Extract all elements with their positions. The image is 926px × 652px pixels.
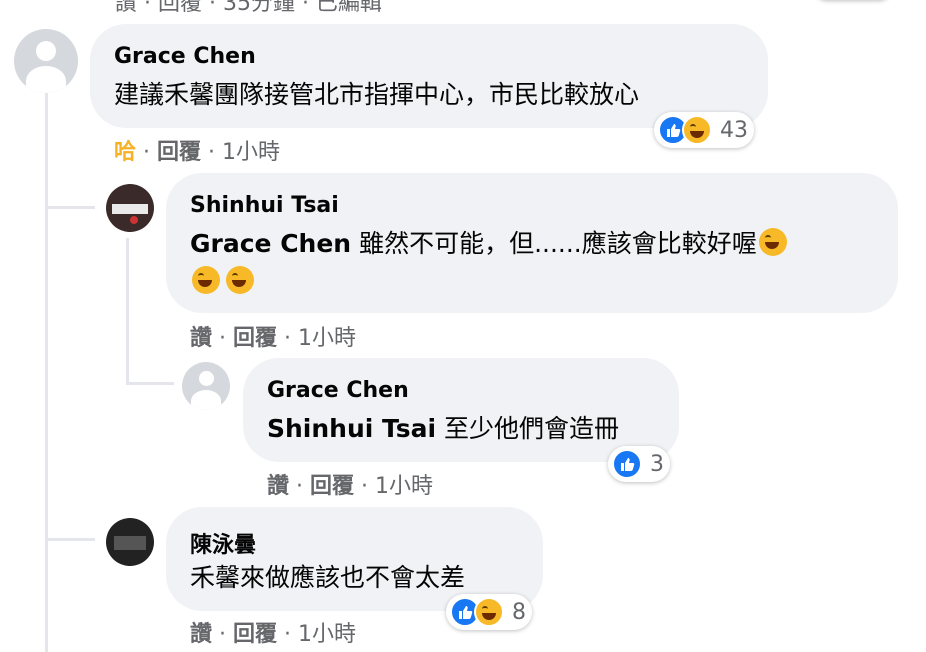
mention-link[interactable]: Grace Chen xyxy=(190,229,351,258)
timestamp[interactable]: 1小時 xyxy=(298,622,356,647)
comment-author[interactable]: Grace Chen xyxy=(267,378,409,403)
comment-text: 禾馨來做應該也不會太差 xyxy=(190,563,466,592)
like-icon xyxy=(612,449,642,479)
thread-connector xyxy=(126,382,174,385)
haha-icon xyxy=(474,597,504,627)
reply-button[interactable]: 回覆 xyxy=(310,474,354,499)
timestamp[interactable]: 1小時 xyxy=(298,326,356,351)
reaction-count: 8 xyxy=(512,599,526,625)
timestamp[interactable]: 1小時 xyxy=(222,140,280,165)
avatar[interactable] xyxy=(106,518,154,566)
comment-actions: 讚 · 回覆 · 1小時 xyxy=(190,622,357,647)
haha-icon xyxy=(682,115,712,145)
avatar[interactable] xyxy=(14,29,78,93)
thread-line-main xyxy=(45,92,48,652)
comment-text: Grace Chen 雖然不可能，但......應該會比較好喔 xyxy=(190,227,787,261)
comment-author[interactable]: Grace Chen xyxy=(114,44,256,69)
comment-actions: 讚 · 回覆 · 1小時 xyxy=(267,474,434,499)
thread-connector xyxy=(45,538,95,541)
reaction-summary[interactable]: 8 xyxy=(446,594,532,630)
comment-actions: 哈 · 回覆 · 1小時 xyxy=(114,140,281,165)
comment-meta-top: 讚 · 回覆 · 35分鐘 · 已編輯 xyxy=(115,0,382,16)
comment-actions: 讚 · 回覆 · 1小時 xyxy=(190,326,357,351)
haha-emoji xyxy=(758,228,787,256)
reaction-summary[interactable]: 43 xyxy=(654,112,754,148)
reaction-summary[interactable]: 3 xyxy=(608,446,670,482)
comment-author[interactable]: 陳泳曇 xyxy=(190,527,256,559)
like-button[interactable]: 讚 xyxy=(190,622,212,647)
reaction-count: 43 xyxy=(720,117,748,143)
comment-text: 建議禾馨團隊接管北市指揮中心，市民比較放心 xyxy=(114,80,640,109)
reply-button[interactable]: 回覆 xyxy=(157,140,201,165)
haha-reaction-button[interactable]: 哈 xyxy=(114,140,136,165)
haha-emoji xyxy=(192,266,220,294)
comment-author[interactable]: Shinhui Tsai xyxy=(190,193,339,218)
reply-button[interactable]: 回覆 xyxy=(233,326,277,351)
mention-link[interactable]: Shinhui Tsai xyxy=(267,414,436,443)
avatar[interactable] xyxy=(182,362,230,410)
thread-connector xyxy=(45,206,95,209)
like-button[interactable]: 讚 xyxy=(267,474,289,499)
comment-text: Shinhui Tsai 至少他們會造冊 xyxy=(267,414,620,443)
comment-text-line2 xyxy=(190,266,254,294)
haha-emoji xyxy=(226,266,254,294)
reply-button[interactable]: 回覆 xyxy=(233,622,277,647)
timestamp[interactable]: 1小時 xyxy=(375,474,433,499)
reaction-count: 3 xyxy=(650,451,664,477)
comment-bubble xyxy=(243,358,679,462)
thread-line-reply xyxy=(126,238,129,384)
like-button[interactable]: 讚 xyxy=(190,326,212,351)
avatar[interactable] xyxy=(106,184,154,232)
